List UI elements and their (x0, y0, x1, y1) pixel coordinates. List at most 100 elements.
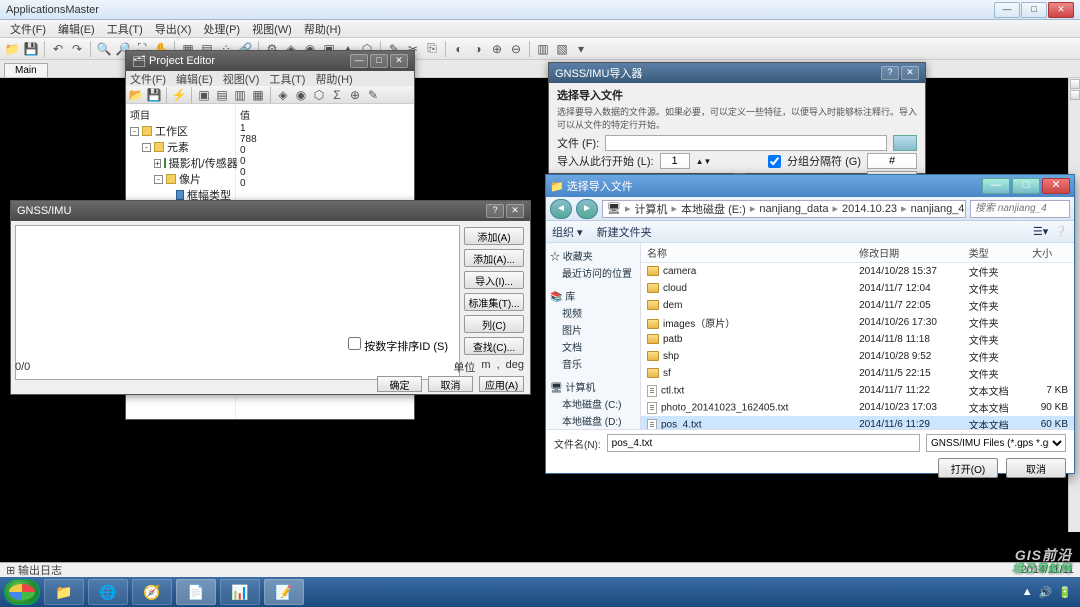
open-icon[interactable]: 📂 (128, 87, 144, 103)
gnss-title-bar[interactable]: GNSS/IMU ? ✕ (11, 201, 530, 221)
expand-icon[interactable]: - (130, 127, 139, 136)
menu-item[interactable]: 处理(P) (197, 21, 246, 37)
group-sep-input[interactable] (867, 153, 917, 169)
nav-item[interactable]: 视频 (548, 304, 638, 321)
taskbar-item[interactable]: 📊 (220, 579, 260, 605)
filename-input[interactable] (607, 434, 920, 452)
nav-item[interactable]: 音乐 (548, 355, 638, 372)
tray-icon[interactable]: 🔋 (1058, 586, 1072, 599)
file-dialog-title-bar[interactable]: 📁 选择导入文件 — □ ✕ (546, 175, 1074, 197)
tool-icon[interactable]: ▥ (232, 87, 248, 103)
file-row[interactable]: ctl.txt2014/11/7 11:22文本文档7 KB (641, 382, 1074, 399)
file-row[interactable]: pos_4.txt2014/11/6 11:29文本文档60 KB (641, 416, 1074, 429)
minimize-button[interactable]: — (982, 178, 1010, 194)
close-button[interactable]: ✕ (901, 66, 919, 80)
help-icon[interactable]: ❔ (1054, 225, 1068, 238)
nav-item[interactable]: 文档 (548, 338, 638, 355)
tool-icon[interactable]: ⊕ (489, 41, 505, 57)
menu-item[interactable]: 帮助(H) (298, 21, 347, 37)
cancel-button[interactable]: 取消 (1006, 458, 1066, 478)
zoom-in-icon[interactable]: 🔍 (96, 41, 112, 57)
tool-icon[interactable]: ⊖ (508, 41, 524, 57)
start-line-input[interactable] (660, 153, 690, 169)
taskbar-item[interactable]: 📄 (176, 579, 216, 605)
tool-icon[interactable]: ⊕ (347, 87, 363, 103)
maximize-button[interactable]: □ (1012, 178, 1040, 194)
back-button[interactable]: ◄ (550, 199, 572, 219)
tool-icon[interactable]: ◐ (451, 41, 467, 57)
find-button[interactable]: 查找(C)... (464, 337, 524, 355)
view-button[interactable]: ☰▾ (1033, 225, 1048, 238)
file-row[interactable]: cloud2014/11/7 12:04文件夹 (641, 280, 1074, 297)
expand-icon[interactable]: ⊞ (6, 564, 15, 577)
tree-item[interactable]: -像片 (130, 171, 231, 187)
new-folder-button[interactable]: 新建文件夹 (597, 224, 652, 240)
col-size[interactable]: 大小 (1026, 243, 1074, 263)
menu-item[interactable]: 工具(T) (101, 21, 149, 37)
expand-icon[interactable]: + (154, 159, 161, 168)
tray-icon[interactable]: ▲ (1022, 586, 1033, 598)
taskbar-item[interactable]: 🧭 (132, 579, 172, 605)
sort-checkbox[interactable]: 按数字排序ID (S) (348, 337, 448, 354)
import-button[interactable]: 导入(I)... (464, 271, 524, 289)
file-row[interactable]: shp2014/10/28 9:52文件夹 (641, 348, 1074, 365)
menu-item[interactable]: 导出(X) (149, 21, 198, 37)
save-icon[interactable]: 💾 (146, 87, 162, 103)
tree-item[interactable]: -元素 (130, 139, 231, 155)
close-button[interactable]: ✕ (506, 204, 524, 218)
taskbar-item[interactable]: 📁 (44, 579, 84, 605)
tree-item[interactable]: +摄影机/传感器 (130, 155, 231, 171)
cancel-button[interactable]: 取消 (428, 376, 473, 392)
add-ext-button[interactable]: 添加(A)... (464, 249, 524, 267)
menu-item[interactable]: 帮助(H) (315, 71, 352, 86)
menu-item[interactable]: 编辑(E) (176, 71, 213, 86)
col-date[interactable]: 修改日期 (853, 243, 963, 263)
filter-select[interactable]: GNSS/IMU Files (*.gps *.gps ▾ (926, 434, 1066, 452)
taskbar-item[interactable]: 📝 (264, 579, 304, 605)
file-row[interactable]: patb2014/11/8 11:18文件夹 (641, 331, 1074, 348)
nav-item[interactable]: 图片 (548, 321, 638, 338)
nav-item[interactable]: 本地磁盘 (C:) (548, 395, 638, 412)
checkbox-input[interactable] (348, 337, 361, 350)
open-button[interactable]: 打开(O) (938, 458, 998, 478)
file-row[interactable]: dem2014/11/7 22:05文件夹 (641, 297, 1074, 314)
col-type[interactable]: 类型 (963, 243, 1026, 263)
breadcrumb[interactable]: 🖥 ▸计算机 ▸本地磁盘 (E:) ▸nanjiang_data ▸2014.1… (602, 200, 966, 218)
forward-button[interactable]: ► (576, 199, 598, 219)
nav-item[interactable]: 最近访问的位置 (548, 264, 638, 281)
save-icon[interactable]: 💾 (23, 41, 39, 57)
organize-button[interactable]: 组织 ▾ (552, 224, 583, 240)
tool-icon[interactable]: ⬡ (311, 87, 327, 103)
menu-item[interactable]: 工具(T) (269, 71, 305, 86)
menu-item[interactable]: 视图(V) (223, 71, 260, 86)
close-button[interactable]: ✕ (1042, 178, 1070, 194)
file-row[interactable]: sf2014/11/5 22:15文件夹 (641, 365, 1074, 382)
expand-icon[interactable]: - (154, 175, 163, 184)
file-row[interactable]: photo_20141023_162405.txt2014/10/23 17:0… (641, 399, 1074, 416)
expand-icon[interactable]: - (142, 143, 151, 152)
tool-icon[interactable]: ◑ (470, 41, 486, 57)
nav-group[interactable]: ☆ 收藏夹 (548, 247, 638, 264)
start-button[interactable] (4, 579, 40, 605)
tool-icon[interactable]: ▥ (535, 41, 551, 57)
tool-icon[interactable]: ◉ (293, 87, 309, 103)
close-button[interactable]: ✕ (390, 54, 408, 68)
tree-item[interactable]: -工作区 (130, 123, 231, 139)
tray-icon[interactable]: 🔊 (1039, 586, 1053, 599)
search-input[interactable] (970, 200, 1070, 218)
menu-item[interactable]: 编辑(E) (52, 21, 101, 37)
standard-button[interactable]: 标准集(T)... (464, 293, 524, 311)
minimize-button[interactable]: — (350, 54, 368, 68)
tool-icon[interactable]: ▧ (554, 41, 570, 57)
help-button[interactable]: ? (486, 204, 504, 218)
help-button[interactable]: ? (881, 66, 899, 80)
tool-icon[interactable]: ▤ (214, 87, 230, 103)
import-title-bar[interactable]: GNSS/IMU导入器 ? ✕ (549, 63, 925, 83)
browse-button[interactable] (893, 135, 917, 151)
file-input[interactable] (605, 135, 887, 151)
tool-icon[interactable]: ▦ (250, 87, 266, 103)
maximize-button[interactable]: □ (370, 54, 388, 68)
file-row[interactable]: images（原片）2014/10/26 17:30文件夹 (641, 314, 1074, 331)
undo-icon[interactable]: ↶ (50, 41, 66, 57)
close-button[interactable]: ✕ (1048, 2, 1074, 18)
